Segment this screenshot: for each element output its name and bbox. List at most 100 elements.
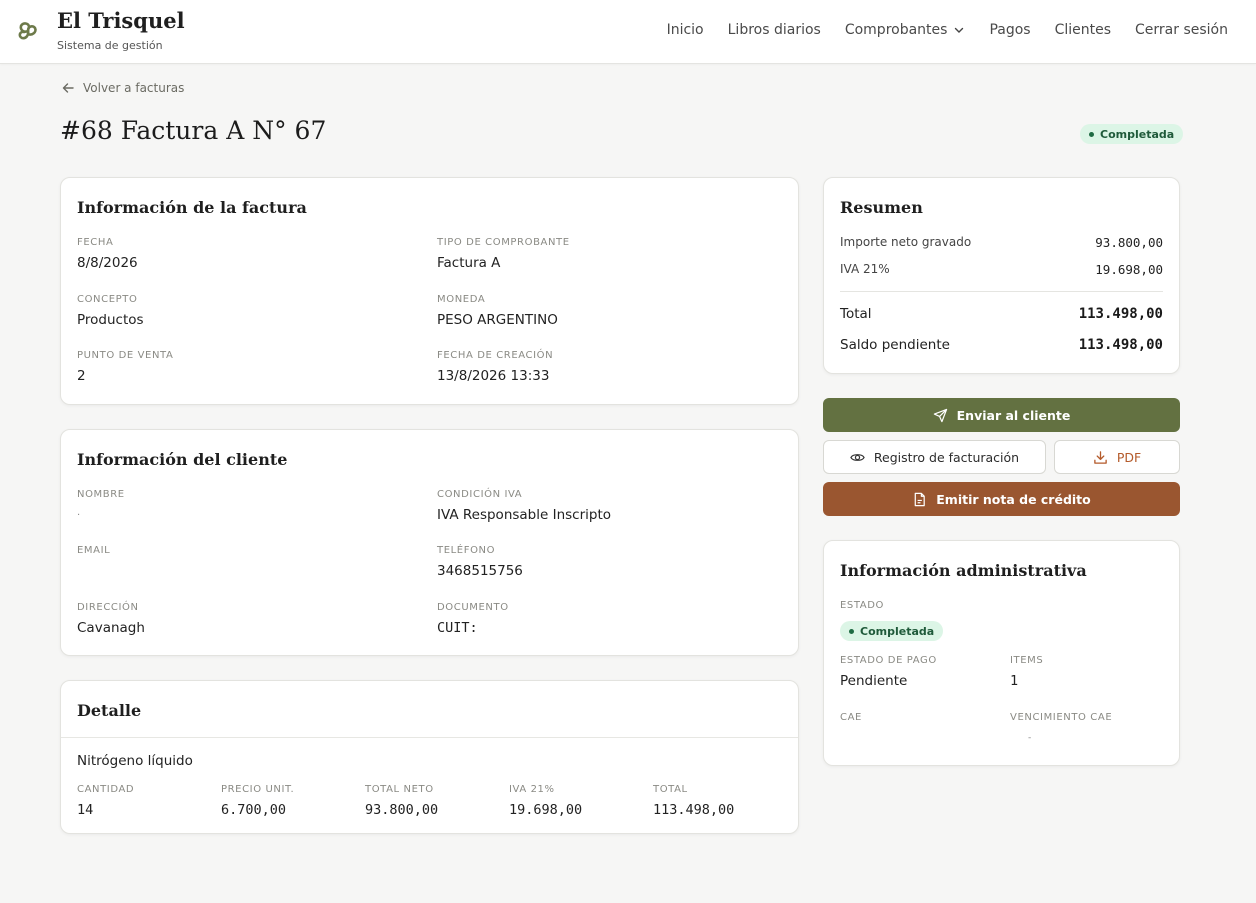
nav-clientes[interactable]: Clientes (1055, 22, 1111, 38)
pago-value: Pendiente (840, 673, 908, 689)
estado-badge: Completada (840, 621, 944, 641)
summary-value: 93.800,00 (1095, 235, 1163, 250)
column-label: Precio unit. (221, 784, 295, 795)
estado-label: Estado (840, 600, 885, 611)
pending-value: 113.498,00 (1078, 337, 1163, 353)
field-label: Nombre (77, 489, 125, 500)
nav-comprobantes[interactable]: Comprobantes (845, 22, 966, 38)
column-value: 113.498,00 (653, 802, 735, 818)
field-value: 2 (77, 368, 86, 384)
pago-label: Estado de pago (840, 655, 937, 666)
field-value: 8/8/2026 (77, 255, 138, 271)
status-badge: Completada (1080, 124, 1184, 144)
total-label: Total (840, 306, 872, 322)
venc-cae-label: Vencimiento CAE (1010, 712, 1113, 723)
field-value: Cavanagh (77, 620, 145, 636)
summary-row-iva: IVA 21% 19.698,00 (840, 262, 1163, 277)
nav-pagos[interactable]: Pagos (989, 22, 1030, 38)
summary-row-pending: Saldo pendiente 113.498,00 (840, 337, 1163, 353)
field-label: Tipo de comprobante (437, 237, 570, 248)
estado-badge-label: Completada (860, 624, 935, 638)
credit-note-button-label: Emitir nota de crédito (936, 491, 1091, 507)
triskele-logo-icon (18, 22, 37, 40)
column-label: Total neto (365, 784, 434, 795)
invoice-info-card: Información de la factura Fecha 8/8/2026… (60, 177, 799, 405)
column-label: Total (653, 784, 688, 795)
file-icon (914, 492, 926, 506)
detail-title: Detalle (77, 701, 142, 720)
column-value: 93.800,00 (365, 802, 439, 818)
status-dot (849, 628, 854, 634)
field-value: CUIT: (437, 620, 478, 636)
divider (61, 737, 798, 738)
page-title: #68 Factura A N° 67 (60, 116, 327, 145)
registry-button-label: Registro de facturación (873, 449, 1020, 465)
items-label: Items (1010, 655, 1044, 666)
column-label: Cantidad (77, 784, 135, 795)
chevron-down-icon (955, 27, 964, 33)
main-nav: Inicio Libros diarios Comprobantes Pagos… (667, 22, 1228, 38)
download-icon (1094, 450, 1107, 464)
field-value: PESO ARGENTINO (437, 312, 558, 328)
field-value: . (77, 507, 81, 518)
field-label: Condición IVA (437, 489, 523, 500)
item-name: Nitrógeno líquido (77, 753, 193, 769)
status-badge-label: Completada (1100, 127, 1175, 141)
arrow-left-icon (62, 83, 74, 93)
cae-label: CAE (840, 712, 862, 723)
items-value: 1 (1010, 673, 1019, 689)
summary-row-neto: Importe neto gravado 93.800,00 (840, 235, 1163, 250)
total-value: 113.498,00 (1078, 306, 1163, 322)
summary-label: Importe neto gravado (840, 235, 972, 249)
field-label: Punto de venta (77, 350, 174, 361)
nav-cerrar-sesion[interactable]: Cerrar sesión (1135, 22, 1228, 38)
field-label: Documento (437, 602, 509, 613)
send-button-label: Enviar al cliente (956, 407, 1071, 423)
column-label: IVA 21% (509, 784, 555, 795)
admin-info-card: Información administrativa Estado Comple… (823, 540, 1180, 766)
summary-value: 19.698,00 (1095, 262, 1163, 277)
field-value: 13/8/2026 13:33 (437, 368, 550, 384)
client-info-title: Información del cliente (77, 450, 288, 469)
divider (840, 291, 1163, 292)
field-label: Teléfono (437, 545, 496, 556)
client-info-card: Información del cliente Nombre . Condici… (60, 429, 799, 656)
summary-title: Resumen (840, 198, 923, 217)
venc-cae-value: - (1028, 733, 1032, 743)
nav-comprobantes-label: Comprobantes (844, 22, 948, 38)
field-value: Productos (77, 312, 144, 328)
summary-label: IVA 21% (840, 262, 890, 276)
field-label: Dirección (77, 602, 139, 613)
pdf-download-button[interactable]: PDF (1054, 440, 1180, 474)
column-value: 6.700,00 (221, 802, 287, 818)
back-to-invoices-link[interactable]: Volver a facturas (61, 81, 184, 95)
billing-registry-button[interactable]: Registro de facturación (823, 440, 1046, 474)
summary-row-total: Total 113.498,00 (840, 306, 1163, 322)
field-label: Concepto (77, 294, 138, 305)
column-value: 14 (77, 802, 94, 818)
nav-inicio[interactable]: Inicio (667, 22, 704, 38)
send-to-client-button[interactable]: Enviar al cliente (823, 398, 1180, 432)
field-value: IVA Responsable Inscripto (437, 507, 612, 523)
field-label: Moneda (437, 294, 486, 305)
credit-note-button[interactable]: Emitir nota de crédito (823, 482, 1180, 516)
field-value: 3468515756 (437, 563, 523, 579)
eye-icon (850, 453, 865, 461)
pending-label: Saldo pendiente (840, 337, 950, 353)
field-label: Fecha de creación (437, 350, 554, 361)
field-label: Fecha (77, 237, 114, 248)
brand-name: El Trisquel (57, 8, 185, 33)
status-dot (1089, 131, 1094, 137)
field-value: Factura A (437, 255, 501, 271)
field-label: Email (77, 545, 111, 556)
top-navbar: El Trisquel Sistema de gestión Inicio Li… (0, 0, 1256, 64)
summary-card: Resumen Importe neto gravado 93.800,00 I… (823, 177, 1180, 374)
nav-libros-diarios[interactable]: Libros diarios (728, 22, 821, 38)
column-value: 19.698,00 (509, 802, 583, 818)
pdf-button-label: PDF (1116, 449, 1142, 465)
brand-subtitle: Sistema de gestión (57, 39, 163, 52)
back-link-label: Volver a facturas (83, 81, 185, 95)
invoice-info-title: Información de la factura (77, 198, 307, 217)
send-icon (933, 408, 947, 422)
admin-info-title: Información administrativa (840, 561, 1087, 580)
